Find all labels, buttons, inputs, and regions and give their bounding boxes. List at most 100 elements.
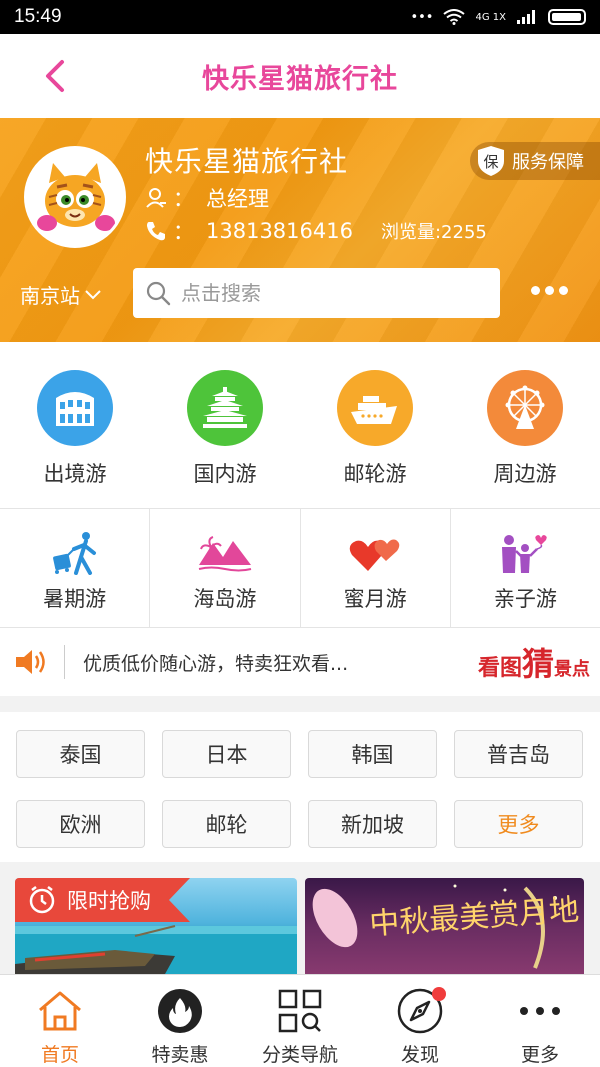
tab-label: 特卖惠 (151, 1044, 209, 1066)
page-title: 快乐星猫旅行社 (202, 63, 398, 95)
service-guarantee-badge[interactable]: 保 服务保障 (470, 142, 600, 180)
chevron-down-icon (85, 289, 101, 299)
category-label: 邮轮游 (343, 462, 407, 486)
destination-europe[interactable]: 欧洲 (16, 800, 145, 848)
theme-family[interactable]: 亲子游 (451, 509, 600, 627)
network-type: 4G 1X (475, 11, 506, 23)
shield-icon: 保 (478, 146, 504, 176)
traveler-icon (45, 531, 105, 575)
manager-title: 总经理 (206, 187, 269, 211)
status-time: 15:49 (14, 6, 62, 27)
flash-sale-banner[interactable]: 限时抢购 (15, 878, 297, 978)
notice-text: 优质低价随心游，特卖狂欢看... (83, 652, 349, 675)
hearts-icon (345, 531, 405, 575)
view-count: 浏览量:2255 (380, 222, 487, 243)
category-outbound[interactable]: 出境游 (0, 342, 150, 508)
brand-text-a: 看图 (477, 655, 522, 681)
flash-sale-tag: 限时抢购 (15, 878, 190, 922)
temple-icon (187, 370, 263, 446)
phone-icon (147, 222, 165, 241)
theme-grid: 暑期游 海岛游 蜜月游 亲子游 (0, 509, 600, 628)
destination-phuket[interactable]: 普吉岛 (454, 730, 583, 778)
theme-summer[interactable]: 暑期游 (0, 509, 151, 627)
destination-grid: 泰国 日本 韩国 普吉岛 欧洲 邮轮 新加坡 更多 (0, 712, 600, 862)
person-icon (146, 188, 166, 208)
destination-more-button[interactable]: 更多 (454, 800, 583, 848)
ferris-wheel-icon (487, 370, 563, 446)
divider (64, 645, 65, 679)
search-box[interactable] (133, 268, 500, 318)
guess-attraction-logo[interactable]: 看图猜景点 (478, 639, 590, 685)
home-icon (36, 987, 84, 1034)
phone-colon: ： (173, 220, 194, 244)
contact-row: ： 13813816416 浏览量:2255 (145, 216, 487, 246)
category-nearby[interactable]: 周边游 (450, 342, 600, 508)
tab-label: 首页 (40, 1044, 79, 1066)
wifi-icon (443, 9, 466, 25)
city-label: 南京站 (20, 284, 80, 308)
tab-more[interactable]: 更多 (480, 975, 600, 1067)
section-gap (0, 696, 600, 712)
svg-text:保: 保 (483, 153, 498, 171)
battery-icon (548, 9, 586, 25)
guarantee-label: 服务保障 (512, 152, 584, 173)
bottom-tab-bar: 首页 特卖惠 分类导航 发现 更多 (0, 974, 600, 1067)
tab-deals[interactable]: 特卖惠 (120, 975, 240, 1067)
clock-icon (29, 886, 55, 914)
theme-label: 亲子游 (493, 587, 557, 611)
signal-icon (517, 10, 535, 24)
category-label: 国内游 (193, 462, 257, 486)
category-grid-icon (276, 987, 324, 1034)
agency-avatar[interactable] (24, 146, 126, 248)
tab-home[interactable]: 首页 (0, 975, 120, 1067)
category-cruise[interactable]: 邮轮游 (300, 342, 450, 508)
theme-island[interactable]: 海岛游 (150, 509, 301, 627)
nav-bar: 快乐星猫旅行社 (0, 34, 600, 118)
back-arrow-icon[interactable] (36, 56, 76, 96)
destination-thailand[interactable]: 泰国 (16, 730, 145, 778)
category-domestic[interactable]: 国内游 (150, 342, 300, 508)
city-selector[interactable]: 南京站 (20, 280, 102, 309)
flame-icon (156, 987, 204, 1034)
theme-honeymoon[interactable]: 蜜月游 (301, 509, 451, 627)
notification-dots-icon: ••• (410, 9, 434, 25)
brand-text-c: 景点 (554, 659, 590, 680)
cat-mascot-icon (27, 149, 123, 245)
tab-label: 发现 (400, 1044, 439, 1066)
mid-autumn-banner[interactable]: 中秋最美赏月地 (305, 878, 584, 978)
tab-label: 更多 (520, 1044, 559, 1066)
status-bar: 15:49 ••• 4G 1X (0, 0, 600, 34)
tab-categories[interactable]: 分类导航 (240, 975, 360, 1067)
category-grid: 出境游 国内游 邮轮游 周边游 (0, 342, 600, 509)
notice-bar[interactable]: 优质低价随心游，特卖狂欢看... 看图猜景点 (0, 628, 600, 696)
cruise-ship-icon (337, 370, 413, 446)
theme-label: 蜜月游 (343, 587, 407, 611)
tab-label: 分类导航 (261, 1044, 338, 1066)
family-icon (495, 531, 555, 575)
more-dots-icon (516, 987, 564, 1034)
theme-label: 海岛游 (193, 587, 257, 611)
speaker-icon (16, 650, 45, 674)
destination-korea[interactable]: 韩国 (308, 730, 437, 778)
more-options-icon[interactable] (531, 286, 568, 295)
colosseum-icon (37, 370, 113, 446)
destination-singapore[interactable]: 新加坡 (308, 800, 437, 848)
role-colon: ： (173, 187, 194, 211)
agency-header: 快乐星猫旅行社 保 服务保障 ： 总经理 ： 13813816416 浏览量:2… (0, 118, 600, 342)
island-icon (195, 531, 255, 575)
theme-label: 暑期游 (43, 587, 107, 611)
destination-japan[interactable]: 日本 (162, 730, 291, 778)
flash-sale-label: 限时抢购 (67, 889, 151, 913)
promo-section: 限时抢购 中秋最美赏月地 (0, 862, 600, 978)
search-input[interactable] (181, 281, 481, 305)
phone-number[interactable]: 13813816416 (206, 219, 353, 243)
category-label: 出境游 (43, 462, 107, 486)
search-icon (146, 281, 171, 306)
destination-cruise[interactable]: 邮轮 (162, 800, 291, 848)
notification-dot (432, 987, 446, 1001)
app-screen: 15:49 ••• 4G 1X 快乐星猫旅行社 快乐星猫旅行社 保 服务保障 ：… (0, 0, 600, 1067)
tab-discover[interactable]: 发现 (360, 975, 480, 1067)
category-label: 周边游 (493, 462, 557, 486)
brand-text-b: 猜 (521, 645, 554, 683)
agency-name: 快乐星猫旅行社 (145, 145, 349, 178)
